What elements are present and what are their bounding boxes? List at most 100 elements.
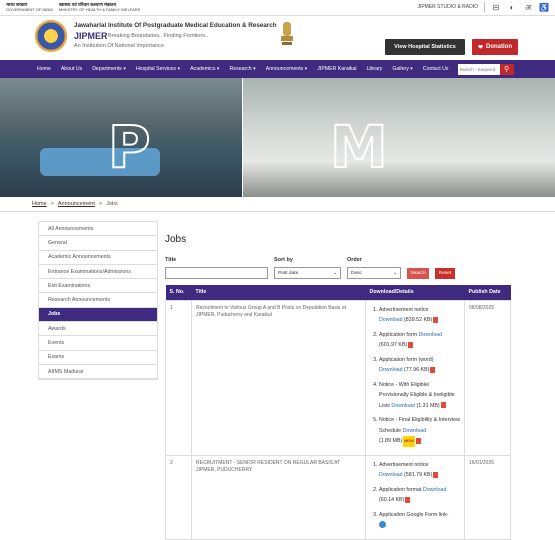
file-size: (601.97 KB) xyxy=(379,342,408,348)
studio-link[interactable]: JIPMER STUDIO & RADIO xyxy=(417,4,478,10)
jipmer-logo[interactable] xyxy=(35,20,67,52)
nav-departments[interactable]: Departments ▾ xyxy=(87,66,131,72)
sidebar-item-general[interactable]: General xyxy=(39,236,157,251)
download-label: Advertisement notice xyxy=(379,306,429,313)
sidebar-item-awards[interactable]: Awards xyxy=(39,322,157,337)
download-link[interactable]: Download xyxy=(379,317,403,323)
reset-button[interactable]: Reset xyxy=(435,268,455,279)
table-header-row: S. No. Title Download/Details Publish Da… xyxy=(165,285,511,300)
row-downloads: Advertisement notice Download (581.79 KB)… xyxy=(365,454,465,540)
donation-button[interactable]: ❤ Donation xyxy=(472,39,518,55)
nav-about[interactable]: About Us xyxy=(56,66,87,72)
row-date: 16/01/2026 xyxy=(464,454,511,540)
download-link[interactable]: Download xyxy=(403,428,427,434)
sort-value: Post date xyxy=(278,270,299,276)
contrast-icon[interactable]: ◐ xyxy=(507,2,517,12)
breadcrumb-separator: > xyxy=(98,201,103,207)
file-size: (1.89 MB) xyxy=(379,438,403,444)
order-select[interactable]: Desc ⌄ xyxy=(347,267,401,279)
sort-select[interactable]: Post date ⌄ xyxy=(274,267,341,279)
nav-academics[interactable]: Academics ▾ xyxy=(185,66,224,72)
download-label: Application Google Form link- xyxy=(379,511,449,518)
download-label: Advertisement notice xyxy=(379,461,429,468)
screen-reader-icon[interactable]: ⊟ xyxy=(491,2,501,12)
main-navigation: Home About Us Departments ▾ Hospital Ser… xyxy=(0,60,555,78)
download-link[interactable]: Download xyxy=(423,487,447,493)
banner-letter-m: M xyxy=(329,112,389,182)
breadcrumb-current: Jobs xyxy=(106,201,118,207)
download-link[interactable]: Download xyxy=(379,367,403,373)
google-form-icon[interactable] xyxy=(379,521,386,529)
sidebar-item-jobs[interactable]: Jobs xyxy=(39,307,157,323)
row-title[interactable]: Recruitment to Various Group A and B Pos… xyxy=(191,299,366,456)
search-input[interactable]: Search - Keyword xyxy=(457,63,500,75)
nav-library[interactable]: Library xyxy=(362,66,388,72)
chevron-down-icon: ⌄ xyxy=(392,270,397,276)
nav-contact[interactable]: Contact Us xyxy=(418,66,454,72)
main-content: Jobs Title Sort by Post date ⌄ Order Desc… xyxy=(165,221,511,540)
hospital-statistics-button[interactable]: View Hospital Statistics xyxy=(385,39,465,55)
sidebar-item-research[interactable]: Research Announcements xyxy=(39,293,157,308)
nav-announcements[interactable]: Announcements ▾ xyxy=(261,66,313,72)
hindi-language-icon[interactable]: अ xyxy=(523,2,533,12)
government-labels: भारत सरकार GOVERNMENT OF INDIA स्वास्थ्य … xyxy=(6,2,140,12)
download-label: Application form (word) xyxy=(379,356,434,363)
search-button[interactable]: Search xyxy=(407,268,429,279)
row-downloads: Advertisement notice Download (839.52 KB)… xyxy=(365,299,465,456)
pdf-icon xyxy=(433,471,439,478)
download-link[interactable]: Download xyxy=(391,403,415,409)
institute-name: Jawaharlal Institute Of Postgraduate Med… xyxy=(74,22,277,29)
nav-hospital-services[interactable]: Hospital Services ▾ xyxy=(131,66,185,72)
pdf-icon xyxy=(405,496,411,503)
file-size: (60.14 KB) xyxy=(379,497,405,503)
download-item: Notice - With Eligible/ Provisionally El… xyxy=(379,380,460,412)
nav-karaikal[interactable]: JIPMER Karaikal xyxy=(312,66,361,72)
column-header: Publish Date xyxy=(464,285,511,300)
filter-form: Title Sort by Post date ⌄ Order Desc ⌄ Sea… xyxy=(165,257,511,281)
sidebar-item-entrance[interactable]: Entrance Examinations/Admissions xyxy=(39,265,157,280)
download-link[interactable]: Download xyxy=(379,472,403,478)
ministry: स्वास्थ्य एवं परिवार कल्याण मंत्रालय MINI… xyxy=(59,2,141,12)
pdf-icon xyxy=(433,316,439,323)
column-header: Download/Details xyxy=(365,285,465,300)
pdf-icon xyxy=(408,341,414,348)
breadcrumb-home[interactable]: Home xyxy=(32,201,47,207)
divider xyxy=(0,211,555,212)
download-item: Advertisement notice Download (839.52 KB) xyxy=(379,305,460,326)
column-header: S. No. xyxy=(165,285,192,300)
jobs-table: S. No. Title Download/Details Publish Da… xyxy=(165,285,511,540)
short-name: JIPMER xyxy=(74,31,108,41)
sidebar-item-exams[interactable]: Exams xyxy=(39,351,157,365)
top-utility-bar: भारत सरकार GOVERNMENT OF INDIA स्वास्थ्य … xyxy=(0,0,555,16)
column-header: Title xyxy=(191,285,366,300)
table-row: 1 Recruitment to Various Group A and B P… xyxy=(165,299,511,456)
sidebar-item-aiims[interactable]: AIIMS Madurai xyxy=(39,365,157,380)
nav-research[interactable]: Research ▾ xyxy=(224,66,260,72)
title-filter-label: Title xyxy=(165,257,177,263)
title-filter-input[interactable] xyxy=(165,267,268,279)
sidebar-item-academic[interactable]: Academic Announcements xyxy=(39,251,157,265)
breadcrumb-announcement[interactable]: Announcement xyxy=(58,201,95,207)
accessibility-icon[interactable]: ♿ xyxy=(539,2,549,12)
file-size: (839.52 KB) xyxy=(404,317,433,323)
row-sno: 2 xyxy=(165,454,192,540)
subtitle: An Institution Of National Importance xyxy=(74,43,164,49)
download-item: Notice - Final Eligibility & Interview S… xyxy=(379,415,460,447)
download-item: Application Google Form link- xyxy=(379,510,460,531)
nav-home[interactable]: Home xyxy=(32,66,56,72)
download-link[interactable]: Download xyxy=(418,332,442,338)
download-label: Application format xyxy=(379,486,422,493)
breadcrumb: Home > Announcement > Jobs xyxy=(32,201,118,207)
site-header: Jawaharlal Institute Of Postgraduate Med… xyxy=(0,16,555,60)
sidebar-item-exit[interactable]: Exit Examinations xyxy=(39,279,157,294)
sidebar-item-all[interactable]: All Announcements xyxy=(39,222,157,237)
sidebar: All Announcements General Academic Annou… xyxy=(38,221,158,381)
download-label: Application form xyxy=(379,331,417,338)
order-label: Order xyxy=(347,257,362,263)
search-icon[interactable]: ⚲ xyxy=(499,63,514,75)
table-row: 2 RECRUITMENT - SENIOR RESIDENT ON REGUL… xyxy=(165,454,511,540)
sidebar-item-events[interactable]: Events xyxy=(39,336,157,351)
file-size: (77.96 KB) xyxy=(404,367,430,373)
row-title[interactable]: RECRUITMENT - SENIOR RESIDENT ON REGULAR… xyxy=(191,454,366,540)
nav-gallery[interactable]: Gallery ▾ xyxy=(387,66,417,72)
